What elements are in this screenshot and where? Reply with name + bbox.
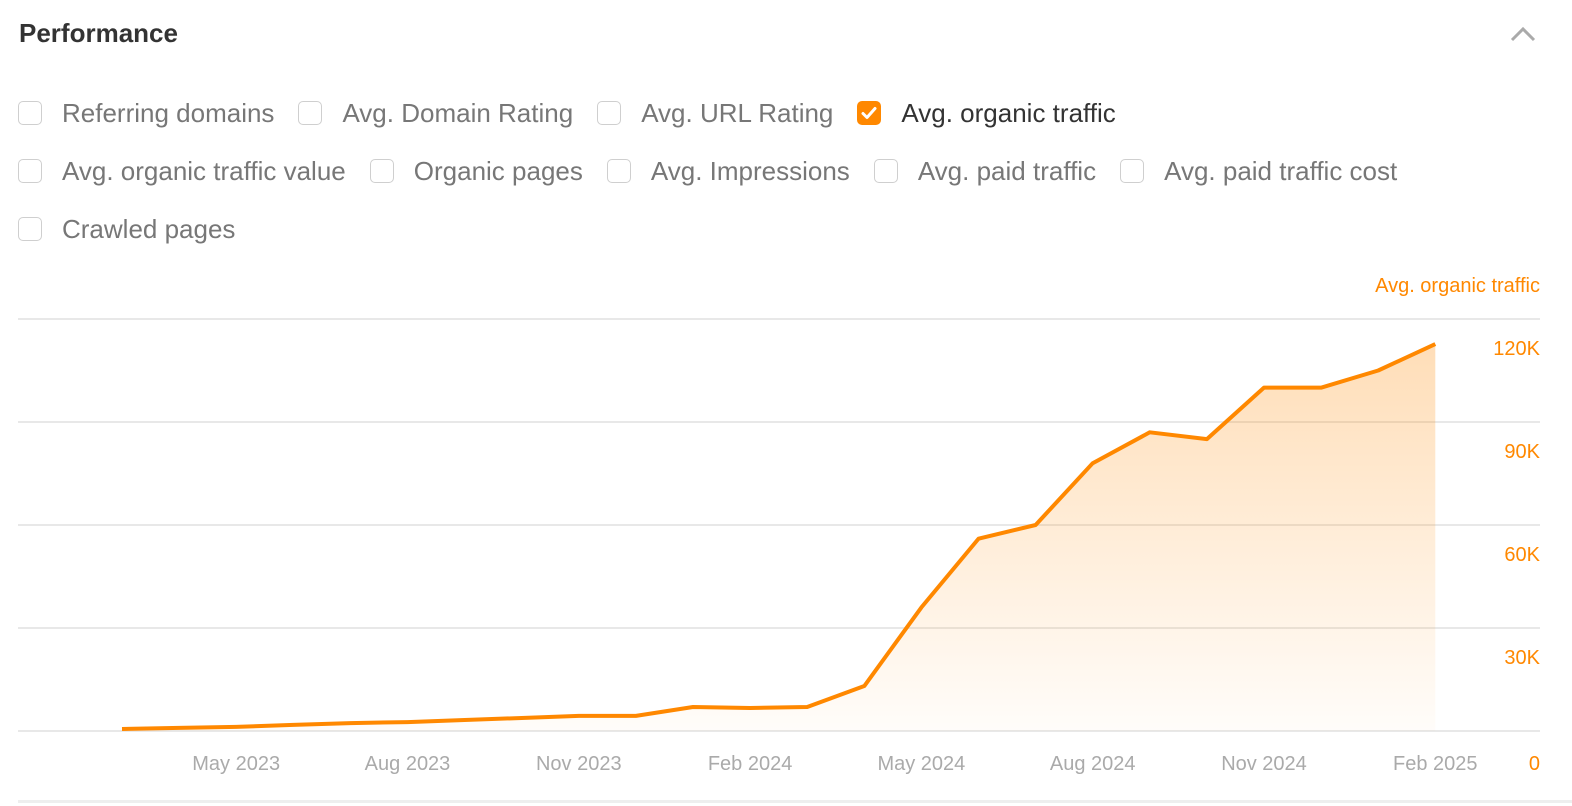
y-tick-label: 30K (1504, 647, 1540, 669)
section-title: Performance (19, 18, 178, 48)
divider (18, 800, 1572, 803)
checkbox[interactable] (18, 217, 42, 241)
filter-organic-pages[interactable]: Organic pages (369, 155, 583, 187)
filter-label: Avg. paid traffic (917, 155, 1097, 186)
x-tick-label: Nov 2024 (1221, 753, 1307, 775)
series-area (122, 344, 1436, 731)
checkbox[interactable] (1120, 159, 1145, 183)
filter-label: Organic pages (413, 155, 583, 186)
filter-avg-paid-traffic-cost[interactable]: Avg. paid traffic cost (1120, 156, 1397, 187)
x-tick-label: Aug 2024 (1050, 753, 1136, 775)
x-tick-label: Aug 2023 (365, 753, 451, 775)
chevron-up-icon (1510, 26, 1536, 42)
filter-label: Avg. URL Rating (641, 97, 834, 128)
x-tick-label: Nov 2023 (536, 753, 622, 775)
filter-label: Avg. organic traffic (901, 97, 1116, 128)
x-tick-label: Feb 2024 (708, 753, 793, 775)
filter-label: Avg. Impressions (650, 155, 850, 186)
checkbox[interactable] (369, 159, 394, 183)
organic-traffic-chart: Avg. organic traffic 0 30K 60K 90K 120K May 20… (18, 275, 1541, 775)
filter-avg-impressions[interactable]: Avg. Impressions (606, 155, 850, 187)
filter-label: Referring domains (62, 97, 275, 128)
filter-avg-domain-rating[interactable]: Avg. Domain Rating (298, 98, 573, 129)
filter-row: Referring domains Avg. Domain Rating Avg. … (18, 84, 1548, 142)
checkbox[interactable] (298, 101, 323, 125)
y-tick-label: 0 (1529, 753, 1540, 775)
filter-label: Avg. Domain Rating (342, 97, 574, 128)
checkmark-icon (861, 107, 877, 119)
filter-label: Avg. organic traffic value (62, 155, 346, 186)
filter-row: Crawled pages (18, 200, 1548, 258)
y-axis-title: Avg. organic traffic (1375, 275, 1540, 297)
filter-avg-organic-traffic[interactable]: Avg. organic traffic (857, 97, 1116, 129)
metric-filters: Referring domains Avg. Domain Rating Avg. … (18, 84, 1548, 258)
checkbox[interactable] (597, 101, 622, 125)
filter-avg-url-rating[interactable]: Avg. URL Rating (597, 98, 833, 129)
y-tick-label: 90K (1504, 441, 1540, 463)
checkbox[interactable] (18, 101, 42, 125)
y-tick-label: 60K (1504, 544, 1540, 566)
checkbox[interactable] (606, 159, 631, 183)
filter-avg-organic-traffic-value[interactable]: Avg. organic traffic value (18, 156, 346, 187)
checkbox[interactable] (857, 101, 882, 125)
x-tick-label: Feb 2025 (1393, 753, 1478, 775)
checkbox[interactable] (873, 159, 898, 183)
filter-crawled-pages[interactable]: Crawled pages (18, 214, 235, 245)
filter-avg-paid-traffic[interactable]: Avg. paid traffic (873, 155, 1097, 187)
collapse-button[interactable] (1506, 20, 1540, 48)
x-tick-label: May 2024 (877, 753, 965, 775)
filter-referring-domains[interactable]: Referring domains (18, 98, 274, 129)
y-tick-label: 120K (1493, 338, 1540, 360)
filter-row: Avg. organic traffic value Organic pages A… (18, 142, 1548, 200)
x-tick-label: May 2023 (192, 753, 280, 775)
filter-label: Avg. paid traffic cost (1164, 155, 1398, 186)
filter-label: Crawled pages (62, 213, 236, 244)
checkbox[interactable] (18, 159, 42, 183)
